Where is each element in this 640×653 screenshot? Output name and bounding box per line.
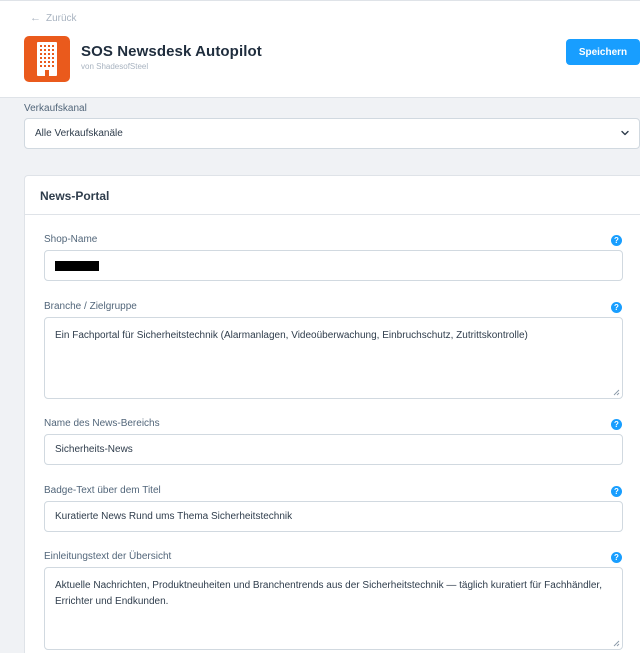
resize-grip-icon[interactable] bbox=[613, 640, 620, 647]
card-divider bbox=[25, 214, 640, 215]
industry-value: Ein Fachportal für Sicherheitstechnik (A… bbox=[55, 330, 528, 341]
news-section-name-input[interactable]: Sicherheits-News bbox=[44, 434, 623, 465]
news-portal-card: News-Portal Shop-Name ? Branche / Zielgr… bbox=[24, 175, 640, 653]
badge-text-value: Kuratierte News Rund ums Thema Sicherhei… bbox=[55, 511, 293, 522]
shop-name-label: Shop-Name bbox=[44, 234, 98, 245]
badge-text-label: Badge-Text über dem Titel bbox=[44, 485, 161, 496]
intro-text-label: Einleitungstext der Übersicht bbox=[44, 551, 172, 562]
help-icon[interactable]: ? bbox=[611, 235, 622, 246]
app-vendor: von ShadesofSteel bbox=[81, 62, 149, 71]
card-title: News-Portal bbox=[40, 189, 110, 203]
sales-channel-select[interactable]: Alle Verkaufskanäle bbox=[24, 118, 640, 149]
back-label: Zurück bbox=[46, 13, 77, 24]
sales-channel-value: Alle Verkaufskanäle bbox=[35, 128, 123, 139]
redacted-value bbox=[55, 260, 99, 271]
resize-grip-icon[interactable] bbox=[613, 389, 620, 396]
badge-text-input[interactable]: Kuratierte News Rund ums Thema Sicherhei… bbox=[44, 501, 623, 532]
intro-text-value: Aktuelle Nachrichten, Produktneuheiten u… bbox=[55, 580, 602, 607]
app-title: SOS Newsdesk Autopilot bbox=[81, 43, 262, 60]
help-icon[interactable]: ? bbox=[611, 419, 622, 430]
industry-textarea[interactable]: Ein Fachportal für Sicherheitstechnik (A… bbox=[44, 317, 623, 399]
sales-channel-label: Verkaufskanal bbox=[24, 103, 87, 114]
intro-text-textarea[interactable]: Aktuelle Nachrichten, Produktneuheiten u… bbox=[44, 567, 623, 650]
shop-name-input[interactable] bbox=[44, 250, 623, 281]
chevron-down-icon bbox=[621, 130, 629, 136]
app-header: ← Zurück SOS Newsdesk Autopilot von Shad… bbox=[0, 0, 640, 98]
arrow-left-icon: ← bbox=[30, 12, 41, 24]
app-logo-icon bbox=[24, 36, 70, 82]
back-link[interactable]: ← Zurück bbox=[30, 12, 77, 25]
industry-label: Branche / Zielgruppe bbox=[44, 301, 137, 312]
help-icon[interactable]: ? bbox=[611, 486, 622, 497]
save-button[interactable]: Speichern bbox=[566, 39, 640, 65]
news-section-name-label: Name des News-Bereichs bbox=[44, 418, 160, 429]
help-icon[interactable]: ? bbox=[611, 302, 622, 313]
news-section-name-value: Sicherheits-News bbox=[55, 444, 133, 455]
help-icon[interactable]: ? bbox=[611, 552, 622, 563]
